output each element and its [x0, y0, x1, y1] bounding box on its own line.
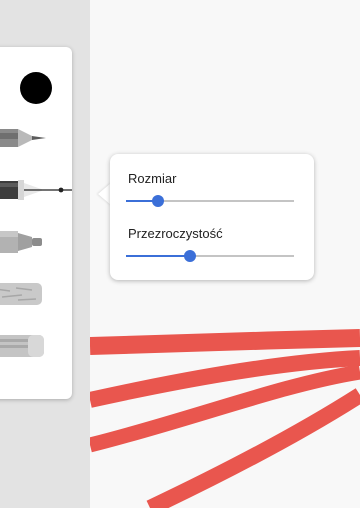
- marker-icon: [0, 231, 42, 253]
- eraser-tool[interactable]: [0, 329, 72, 363]
- opacity-slider-fill: [126, 255, 190, 257]
- chalk-icon: [0, 283, 42, 305]
- opacity-slider[interactable]: [126, 249, 294, 263]
- pencil-icon: [0, 129, 46, 147]
- stroke-1: [90, 329, 360, 355]
- size-slider[interactable]: [126, 194, 294, 208]
- stroke-3: [90, 364, 360, 453]
- marker-tool[interactable]: [0, 225, 72, 259]
- size-label: Rozmiar: [128, 171, 177, 186]
- eraser-icon: [0, 335, 44, 357]
- chalk-tool[interactable]: [0, 277, 72, 311]
- opacity-slider-thumb[interactable]: [183, 250, 196, 262]
- fountain-pen-tool[interactable]: [0, 173, 72, 207]
- tool-palette: [0, 47, 72, 399]
- pencil-tool[interactable]: [0, 121, 72, 155]
- size-slider-thumb[interactable]: [151, 195, 164, 207]
- pen-settings-popup: Rozmiar Przezroczystość: [110, 154, 314, 280]
- fountain-pen-icon: [0, 180, 72, 200]
- color-swatch[interactable]: [20, 72, 52, 104]
- opacity-label: Przezroczystość: [128, 226, 223, 241]
